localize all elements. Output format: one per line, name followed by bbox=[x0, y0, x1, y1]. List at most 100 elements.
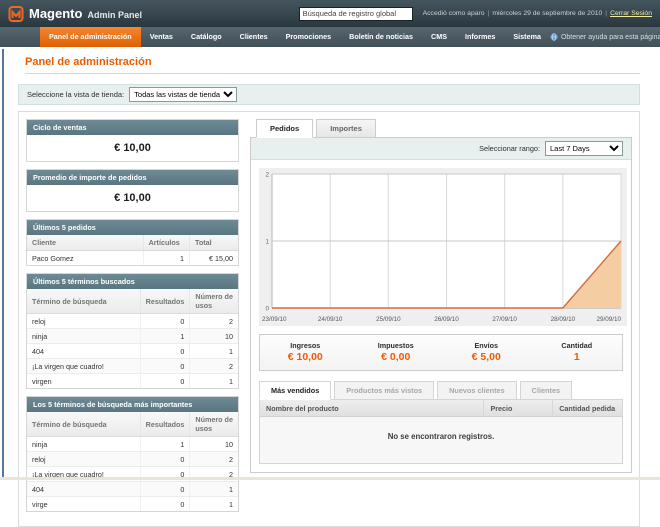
table-row[interactable]: ¡La virgen que cuadro! 0 2 bbox=[27, 359, 238, 374]
magento-logo-icon bbox=[8, 5, 24, 23]
nav-item-ventas[interactable]: Ventas bbox=[141, 27, 182, 47]
stat-ingresos: Ingresos € 10,00 bbox=[260, 341, 351, 363]
logged-in-as: Accedió como aparo bbox=[423, 10, 485, 17]
column-header: Término de búsqueda bbox=[27, 289, 140, 314]
svg-text:0: 0 bbox=[265, 305, 269, 312]
cell-uses: 2 bbox=[190, 314, 238, 329]
stat-impuestos: Impuestos € 0,00 bbox=[351, 341, 442, 363]
cell-uses: 10 bbox=[190, 437, 238, 452]
column-header: Resultados bbox=[140, 412, 190, 437]
table-row[interactable]: virge 0 1 bbox=[27, 497, 238, 512]
page-title: Panel de administración bbox=[25, 56, 640, 68]
column-header: Resultados bbox=[140, 289, 190, 314]
nav-item-boletin[interactable]: Boletín de noticias bbox=[340, 27, 422, 47]
top-search-widget: Los 5 términos de búsqueda más important… bbox=[26, 396, 239, 512]
cell-uses: 1 bbox=[190, 344, 238, 359]
table-row[interactable]: 404 0 1 bbox=[27, 344, 238, 359]
column-header: Precio bbox=[484, 400, 553, 416]
last-orders-title: Últimos 5 pedidos bbox=[27, 220, 238, 235]
cell-results: 1 bbox=[140, 329, 190, 344]
bottom-tabs: Más vendidos Productos más vistos Nuevos… bbox=[259, 381, 623, 400]
nav-item-promociones[interactable]: Promociones bbox=[277, 27, 341, 47]
table-row[interactable]: ninja 1 10 bbox=[27, 329, 238, 344]
column-header: Número de usos bbox=[190, 289, 238, 314]
nav-item-clientes[interactable]: Clientes bbox=[231, 27, 277, 47]
svg-text:29/09/10: 29/09/10 bbox=[596, 316, 621, 323]
stat-label: Ingresos bbox=[260, 341, 351, 350]
products-table: Nombre del producto Precio Cantidad pedi… bbox=[259, 399, 623, 464]
column-header: Término de búsqueda bbox=[27, 412, 140, 437]
stat-envios: Envíos € 5,00 bbox=[441, 341, 532, 363]
cell-results: 0 bbox=[140, 452, 190, 467]
dashboard-right-column: Pedidos Importes Seleccionar rango: Last… bbox=[250, 119, 632, 519]
stat-value: € 0,00 bbox=[351, 351, 442, 363]
range-select[interactable]: Last 7 Days bbox=[545, 141, 623, 156]
cell-results: 0 bbox=[140, 359, 190, 374]
cell-term: reloj bbox=[27, 452, 140, 467]
separator: | bbox=[488, 10, 490, 17]
cell-term: virgen bbox=[27, 374, 140, 389]
products-table-header: Nombre del producto Precio Cantidad pedi… bbox=[260, 400, 622, 417]
cell-uses: 2 bbox=[190, 452, 238, 467]
help-link[interactable]: Obtener ayuda para esta página bbox=[550, 27, 660, 47]
cell-results: 1 bbox=[140, 437, 190, 452]
store-view-select[interactable]: Todas las vistas de tienda bbox=[129, 87, 237, 102]
svg-text:27/09/10: 27/09/10 bbox=[492, 316, 517, 323]
table-row[interactable]: ninja 1 10 bbox=[27, 437, 238, 452]
store-view-bar: Seleccione la vista de tienda: Todas las… bbox=[18, 84, 640, 105]
lifetime-sales-widget: Ciclo de ventas € 10,00 bbox=[26, 119, 239, 162]
table-row[interactable]: virgen 0 1 bbox=[27, 374, 238, 389]
nav-item-catalogo[interactable]: Catálogo bbox=[182, 27, 231, 47]
dashboard-container: Ciclo de ventas € 10,00 Promedio de impo… bbox=[18, 111, 640, 527]
lifetime-sales-value: € 10,00 bbox=[27, 135, 238, 161]
stat-label: Envíos bbox=[441, 341, 532, 350]
table-row[interactable]: Paco Gomez 1 € 15,00 bbox=[27, 251, 238, 266]
lifetime-sales-title: Ciclo de ventas bbox=[27, 120, 238, 135]
cell-uses: 10 bbox=[190, 329, 238, 344]
window-left-border bbox=[2, 49, 4, 478]
cell-term: 404 bbox=[27, 344, 140, 359]
last-search-widget: Últimos 5 términos buscados Término de b… bbox=[26, 273, 239, 389]
range-toolbar: Seleccionar rango: Last 7 Days bbox=[251, 138, 631, 160]
brand-name: Magento bbox=[29, 6, 82, 21]
table-row[interactable]: reloj 0 2 bbox=[27, 452, 238, 467]
stat-cantidad: Cantidad 1 bbox=[532, 341, 623, 363]
column-header: Cliente bbox=[27, 235, 143, 251]
average-orders-title: Promedio de importe de pedidos bbox=[27, 170, 238, 185]
svg-text:24/09/10: 24/09/10 bbox=[318, 316, 343, 323]
svg-text:2: 2 bbox=[265, 171, 269, 178]
empty-records-message: No se encontraron registros. bbox=[260, 417, 622, 463]
table-row[interactable]: 404 0 1 bbox=[27, 482, 238, 497]
tab-nuevos-clientes[interactable]: Nuevos clientes bbox=[437, 381, 517, 400]
nav-item-informes[interactable]: Informes bbox=[456, 27, 504, 47]
cell-term: ¡La virgen que cuadro! bbox=[27, 359, 140, 374]
nav-item-cms[interactable]: CMS bbox=[422, 27, 456, 47]
cell-term: virge bbox=[27, 497, 140, 512]
logout-link[interactable]: Cerrar Sesión bbox=[610, 10, 652, 17]
globe-icon bbox=[550, 33, 558, 41]
stat-label: Cantidad bbox=[532, 341, 623, 350]
cell-term: ninja bbox=[27, 329, 140, 344]
cell-results: 0 bbox=[140, 314, 190, 329]
column-header: Número de usos bbox=[190, 412, 238, 437]
stat-value: 1 bbox=[532, 351, 623, 363]
cell-uses: 2 bbox=[190, 359, 238, 374]
tab-mas-vendidos[interactable]: Más vendidos bbox=[259, 381, 331, 400]
table-row[interactable]: reloj 0 2 bbox=[27, 314, 238, 329]
cell-results: 0 bbox=[140, 497, 190, 512]
global-search-input[interactable] bbox=[299, 7, 413, 21]
nav-item-sistema[interactable]: Sistema bbox=[504, 27, 550, 47]
top-search-table: Término de búsqueda Resultados Número de… bbox=[27, 412, 238, 511]
chart-canvas: 01223/09/1024/09/1025/09/1026/09/1027/09… bbox=[259, 168, 623, 326]
orders-chart: 01223/09/1024/09/1025/09/1026/09/1027/09… bbox=[259, 168, 623, 326]
last-search-title: Últimos 5 términos buscados bbox=[27, 274, 238, 289]
nav-item-dashboard[interactable]: Panel de administración bbox=[40, 27, 141, 47]
tab-importes[interactable]: Importes bbox=[316, 119, 376, 138]
tab-pedidos[interactable]: Pedidos bbox=[256, 119, 313, 138]
current-date: miércoles 29 de septiembre de 2010 bbox=[492, 10, 602, 17]
tab-clientes[interactable]: Clientes bbox=[520, 381, 572, 400]
cell-uses: 1 bbox=[190, 482, 238, 497]
svg-text:28/09/10: 28/09/10 bbox=[551, 316, 576, 323]
tab-productos-mas-vistos[interactable]: Productos más vistos bbox=[334, 381, 434, 400]
cell-items: 1 bbox=[143, 251, 189, 266]
